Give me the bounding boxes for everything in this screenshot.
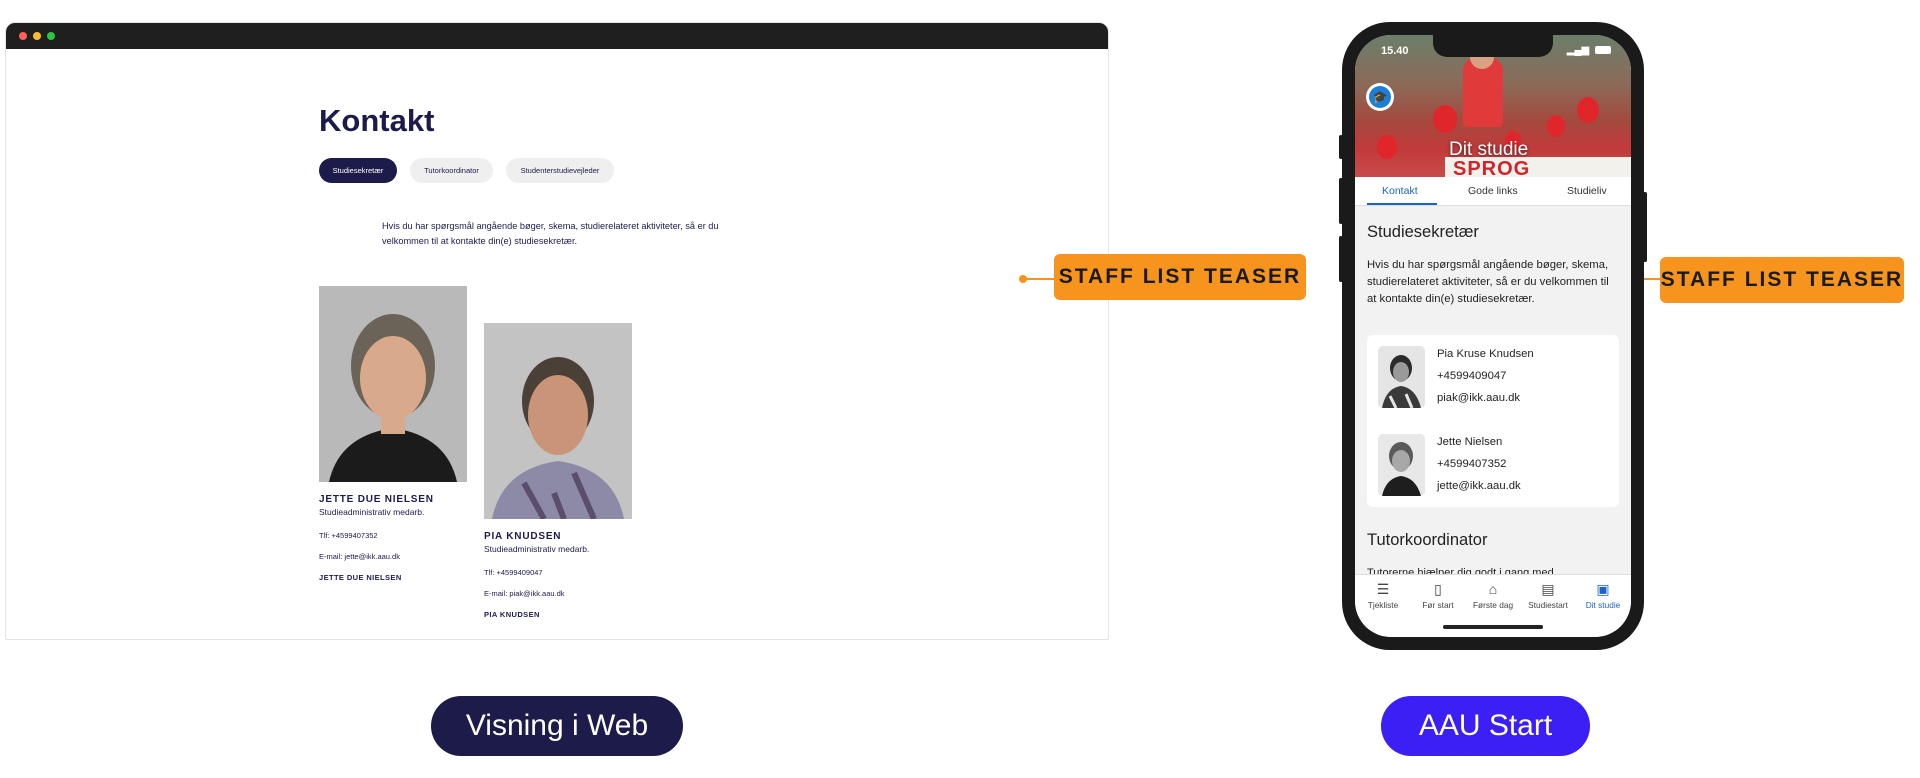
- tab-kontakt[interactable]: Kontakt: [1382, 185, 1418, 197]
- tab-studieliv[interactable]: Studieliv: [1567, 185, 1607, 197]
- graduation-cap-icon: 🎓: [1369, 86, 1391, 108]
- label-web-view: Visning i Web: [431, 696, 683, 756]
- staff-phone: Tlf: +4599407352: [319, 531, 378, 540]
- page-title: Kontakt: [319, 103, 435, 138]
- nav-label: Første dag: [1472, 600, 1514, 610]
- app-tabs: Kontakt Gode links Studieliv: [1355, 177, 1631, 206]
- tab-tutorkoordinator[interactable]: Tutorkoordinator: [410, 158, 493, 183]
- nav-dit-studie[interactable]: ▣ Dit studie: [1575, 581, 1631, 610]
- phone-notch: [1433, 35, 1553, 57]
- browser-titlebar: [6, 23, 1108, 49]
- status-time: 15.40: [1381, 45, 1409, 57]
- staff-profile-link[interactable]: PIA KNUDSEN: [484, 610, 632, 619]
- avatar: [1378, 346, 1425, 408]
- callout-line: [1025, 278, 1055, 280]
- tab-gode-links[interactable]: Gode links: [1468, 185, 1518, 197]
- staff-email: E-mail: piak@ikk.aau.dk: [484, 589, 565, 598]
- nav-label: Studiestart: [1528, 600, 1568, 610]
- active-tab-indicator: [1367, 203, 1437, 205]
- staff-email: E-mail: jette@ikk.aau.dk: [319, 552, 400, 561]
- contact-email[interactable]: jette@ikk.aau.dk: [1437, 480, 1521, 492]
- avatar: [1378, 434, 1425, 496]
- staff-role: Studieadministrativ medarb.: [484, 544, 590, 554]
- contact-card-icon: ▣: [1596, 581, 1610, 597]
- staff-phone: Tlf: +4599409047: [484, 568, 543, 577]
- section-title: Studiesekretær: [1367, 223, 1479, 241]
- minimize-window-button[interactable]: [33, 32, 41, 40]
- contact-name: Jette Nielsen: [1437, 436, 1503, 448]
- phone-screen: SPROG Dit studie 🎓 15.40 ▂▄▆ Kontakt God…: [1355, 35, 1631, 637]
- nav-label: Dit studie: [1585, 600, 1621, 610]
- browser-window: Kontakt Studiesekretær Tutorkoordinator …: [5, 22, 1109, 640]
- status-icons: ▂▄▆: [1567, 45, 1611, 56]
- contact-phone[interactable]: +4599407352: [1437, 458, 1506, 470]
- school-icon: ⌂: [1488, 581, 1498, 597]
- signal-icon: ▂▄▆: [1566, 45, 1590, 56]
- home-indicator: [1443, 625, 1543, 629]
- nav-studiestart[interactable]: ▤ Studiestart: [1520, 581, 1576, 610]
- staff-photo: [319, 286, 467, 482]
- app-logo: 🎓: [1366, 83, 1394, 111]
- callout-staff-list-teaser-web: STAFF LIST TEASER: [1054, 254, 1306, 300]
- section-text: Hvis du har spørgsmål angående bøger, sk…: [1367, 259, 1609, 305]
- staff-card: PIA KNUDSEN Studieadministrativ medarb. …: [484, 323, 632, 619]
- staff-profile-link[interactable]: JETTE DUE NIELSEN: [319, 573, 467, 582]
- checklist-icon: ☰: [1376, 581, 1390, 597]
- section-title: Tutorkoordinator: [1367, 531, 1488, 549]
- nav-foerste-dag[interactable]: ⌂ Første dag: [1465, 581, 1521, 610]
- hero-title: Dit studie: [1449, 139, 1529, 160]
- close-window-button[interactable]: [19, 32, 27, 40]
- staff-role: Studieadministrativ medarb.: [319, 507, 425, 517]
- calendar-icon: ▤: [1541, 581, 1555, 597]
- callout-staff-list-teaser-app: STAFF LIST TEASER: [1660, 257, 1904, 303]
- tab-studenterstudievejleder[interactable]: Studenterstudievejleder: [506, 158, 614, 183]
- staff-card: JETTE DUE NIELSEN Studieadministrativ me…: [319, 286, 467, 582]
- intro-text: Hvis du har spørgsmål angående bøger, sk…: [382, 221, 719, 246]
- staff-name: PIA KNUDSEN: [484, 531, 562, 542]
- staff-name: JETTE DUE NIELSEN: [319, 494, 434, 505]
- web-page: Kontakt Studiesekretær Tutorkoordinator …: [6, 49, 1108, 639]
- nav-label: Før start: [1422, 600, 1454, 610]
- nav-label: Tjekliste: [1367, 600, 1399, 610]
- label-app: AAU Start: [1381, 696, 1590, 756]
- nav-tjekliste[interactable]: ☰ Tjekliste: [1355, 581, 1411, 610]
- phone-frame: SPROG Dit studie 🎓 15.40 ▂▄▆ Kontakt God…: [1342, 22, 1644, 650]
- maximize-window-button[interactable]: [47, 32, 55, 40]
- staff-photo: [484, 323, 632, 519]
- nav-foer-start[interactable]: ▯ Før start: [1410, 581, 1466, 610]
- contact-name: Pia Kruse Knudsen: [1437, 348, 1534, 360]
- tab-studiesekretaer[interactable]: Studiesekretær: [319, 158, 397, 183]
- book-icon: ▯: [1434, 581, 1442, 597]
- contact-phone[interactable]: +4599409047: [1437, 370, 1506, 382]
- battery-icon: [1595, 46, 1611, 55]
- contact-email[interactable]: piak@ikk.aau.dk: [1437, 392, 1520, 404]
- staff-list-card: Pia Kruse Knudsen +4599409047 piak@ikk.a…: [1367, 335, 1619, 507]
